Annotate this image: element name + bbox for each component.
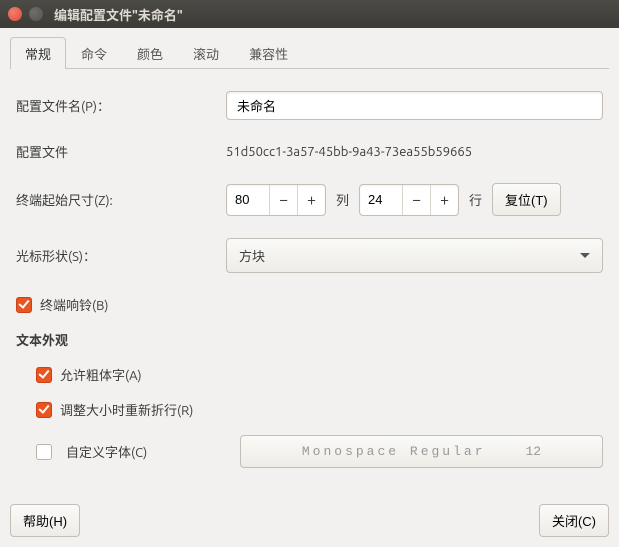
rows-spin: − + [359, 184, 459, 216]
terminal-bell-label: 终端响铃(B) [40, 295, 108, 314]
rewrap-label: 调整大小时重新折行(R) [60, 400, 193, 419]
profile-id-label: 配置文件 [16, 142, 226, 161]
cursor-shape-select[interactable]: 方块 [226, 238, 603, 273]
font-size: 12 [526, 444, 542, 459]
columns-decrement[interactable]: − [269, 185, 297, 215]
text-appearance-title: 文本外观 [16, 330, 603, 349]
font-chooser-button[interactable]: Monospace Regular 12 [240, 435, 603, 468]
window-minimize-button[interactable] [29, 7, 43, 21]
allow-bold-checkbox[interactable] [36, 367, 52, 383]
content-area: 常规 命令 颜色 滚动 兼容性 配置文件名(P)： 配置文件 51d50cc1-… [0, 28, 619, 498]
profile-id-value: 51d50cc1-3a57-45bb-9a43-73ea55b59665 [226, 145, 472, 159]
custom-font-checkbox[interactable] [36, 444, 52, 460]
tab-colors[interactable]: 颜色 [122, 37, 178, 69]
allow-bold-label: 允许粗体字(A) [60, 365, 142, 384]
font-name: Monospace Regular [302, 444, 486, 459]
columns-input[interactable] [227, 192, 269, 207]
custom-font-label: 自定义字体(C) [66, 442, 226, 461]
initial-size-label: 终端起始尺寸(Z): [16, 190, 226, 209]
general-panel: 配置文件名(P)： 配置文件 51d50cc1-3a57-45bb-9a43-7… [10, 69, 609, 488]
tab-command[interactable]: 命令 [66, 37, 122, 69]
rewrap-checkbox[interactable] [36, 402, 52, 418]
terminal-bell-checkbox[interactable] [16, 297, 32, 313]
window-close-button[interactable] [8, 7, 22, 21]
profile-name-label: 配置文件名(P)： [16, 96, 226, 115]
titlebar: 编辑配置文件"未命名" [0, 0, 619, 28]
help-button[interactable]: 帮助(H) [10, 504, 80, 537]
columns-increment[interactable]: + [297, 185, 325, 215]
rows-decrement[interactable]: − [402, 185, 430, 215]
rows-label: 行 [469, 190, 482, 209]
window-title: 编辑配置文件"未命名" [54, 5, 183, 24]
tab-compat[interactable]: 兼容性 [234, 37, 303, 69]
columns-spin: − + [226, 184, 326, 216]
columns-label: 列 [336, 190, 349, 209]
cursor-shape-value: 方块 [239, 246, 265, 265]
tab-bar: 常规 命令 颜色 滚动 兼容性 [10, 36, 609, 69]
reset-size-button[interactable]: 复位(T) [492, 183, 561, 216]
cursor-shape-label: 光标形状(S)： [16, 246, 226, 265]
tab-general[interactable]: 常规 [10, 37, 66, 69]
rows-input[interactable] [360, 192, 402, 207]
chevron-down-icon [580, 253, 590, 258]
dialog-footer: 帮助(H) 关闭(C) [10, 504, 609, 537]
rows-increment[interactable]: + [430, 185, 458, 215]
close-button[interactable]: 关闭(C) [539, 504, 609, 537]
tab-scrolling[interactable]: 滚动 [178, 37, 234, 69]
profile-name-input[interactable] [226, 91, 603, 120]
